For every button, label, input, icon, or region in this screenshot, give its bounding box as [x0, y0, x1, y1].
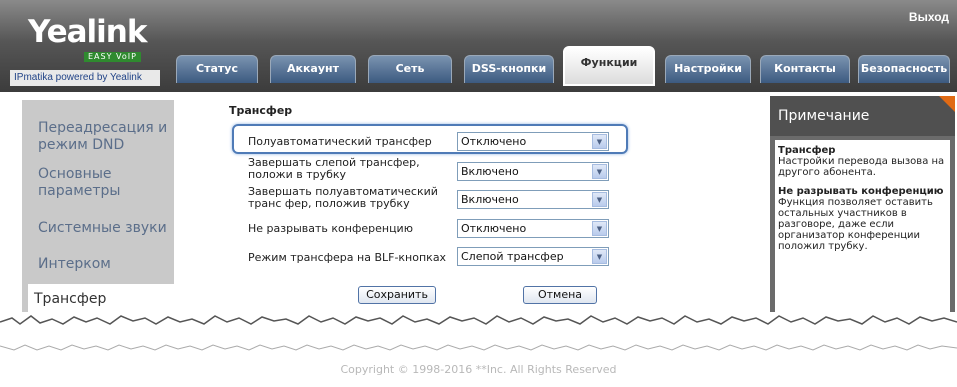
sidebar-item-tones[interactable]: Системные звуки	[38, 220, 178, 237]
note-body: Трансфер Настройки перевода вызова на др…	[775, 140, 950, 314]
note-text-conference: Функция позволяет оставить остальных уча…	[778, 197, 933, 252]
cancel-button[interactable]: Отмена	[523, 286, 597, 304]
save-button[interactable]: Сохранить	[358, 286, 436, 304]
label-keep-conference: Не разрывать конференцию	[248, 222, 413, 235]
tab-security[interactable]: Безопасность	[858, 55, 950, 83]
note-text-transfer: Настройки перевода вызова на другого або…	[778, 156, 945, 178]
copyright-text: Copyright © 1998-2016 **Inc. All Rights …	[340, 363, 617, 376]
label-semi-attended-transfer: Полуавтоматический трансфер	[248, 135, 432, 148]
sidebar-item-transfer[interactable]: Трансфер	[28, 284, 183, 314]
select-blf-transfer-mode[interactable]: Слепой трансфер ▼	[457, 247, 609, 266]
note-panel: Примечание Трансфер Настройки перевода в…	[770, 96, 955, 318]
label-blf-transfer-mode: Режим трансфера на BLF-кнопках	[248, 251, 447, 264]
section-title: Трансфер	[229, 104, 293, 117]
torn-edge-divider	[0, 312, 957, 360]
logout-link[interactable]: Выход	[909, 10, 949, 24]
select-value: Отключено	[461, 135, 527, 148]
tab-contacts[interactable]: Контакты	[760, 55, 850, 83]
select-semi-attended-onhook[interactable]: Включено ▼	[457, 190, 609, 209]
sidebar-item-general[interactable]: Основные параметры	[38, 166, 148, 200]
chevron-down-icon[interactable]: ▼	[592, 164, 607, 179]
note-corner-marker	[939, 96, 955, 112]
select-value: Отключено	[461, 222, 527, 235]
note-heading-transfer: Трансфер	[778, 145, 836, 156]
chevron-down-icon[interactable]: ▼	[592, 192, 607, 207]
tab-account[interactable]: Аккаунт	[270, 55, 356, 83]
select-blind-transfer-onhook[interactable]: Включено ▼	[457, 162, 609, 181]
tab-status[interactable]: Статус	[176, 55, 258, 83]
logo-tagline: EASY VoIP	[84, 52, 141, 62]
note-heading-conference: Не разрывать конференцию	[778, 186, 944, 197]
note-title: Примечание	[770, 96, 955, 136]
sidebar-item-forward-dnd[interactable]: Переадресация и режим DND	[38, 120, 168, 154]
sidebar-item-intercom[interactable]: Интерком	[38, 256, 178, 273]
chevron-down-icon[interactable]: ▼	[592, 221, 607, 236]
select-value: Слепой трансфер	[461, 250, 564, 263]
label-semi-attended-onhook: Завершать полуавтоматический транс фер, …	[248, 185, 438, 210]
select-value: Включено	[461, 165, 519, 178]
chevron-down-icon[interactable]: ▼	[592, 134, 607, 149]
select-semi-attended-transfer[interactable]: Отключено ▼	[457, 132, 609, 151]
logo-subtitle: IPmatika powered by Yealink	[10, 70, 160, 86]
sidebar: Переадресация и режим DND Основные парам…	[22, 100, 174, 312]
yealink-logo: Yealink EASY VoIP IPmatika powered by Ye…	[6, 6, 164, 86]
chevron-down-icon[interactable]: ▼	[592, 249, 607, 264]
tab-settings[interactable]: Настройки	[665, 55, 751, 83]
tab-features[interactable]: Функции	[563, 46, 655, 86]
tab-dss-keys[interactable]: DSS-кнопки	[464, 55, 554, 83]
label-blind-transfer-onhook: Завершать слепой трансфер, положи в труб…	[248, 156, 420, 181]
logo-text: Yealink	[28, 14, 147, 50]
tab-network[interactable]: Сеть	[368, 55, 452, 83]
select-value: Включено	[461, 193, 519, 206]
select-keep-conference[interactable]: Отключено ▼	[457, 219, 609, 238]
